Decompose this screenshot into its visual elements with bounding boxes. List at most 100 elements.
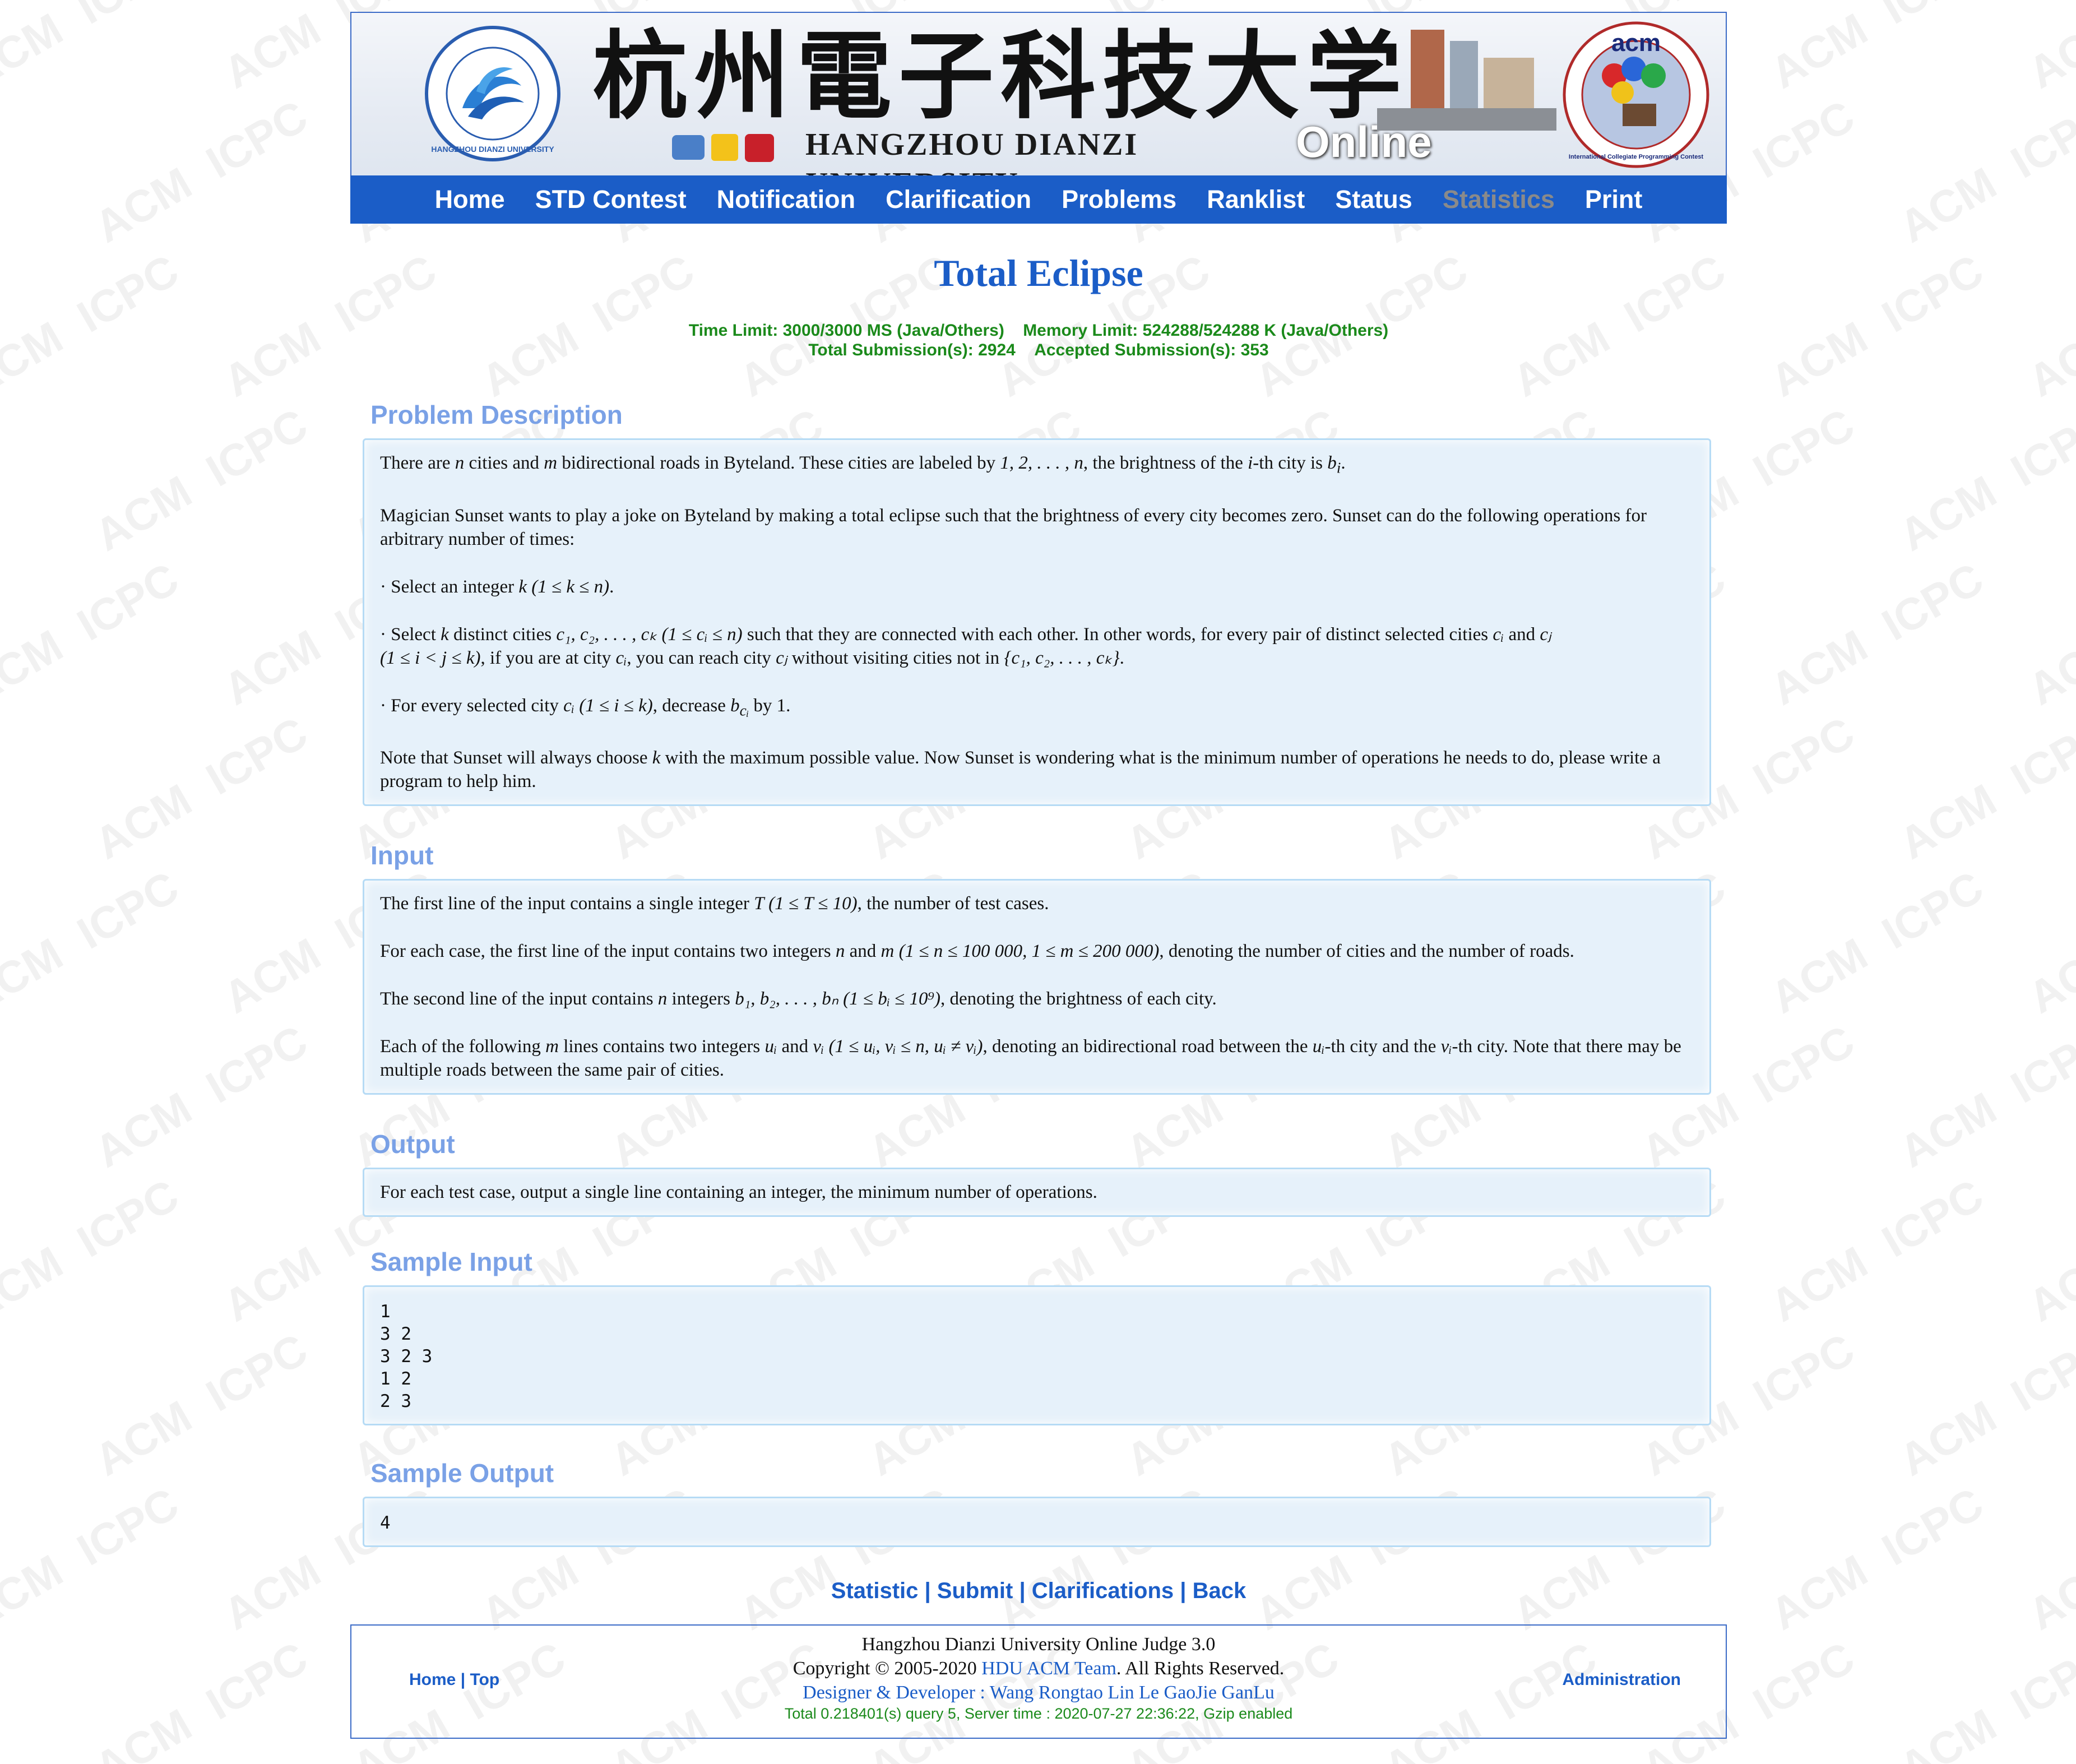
text: , you can reach city <box>627 647 776 668</box>
footer-developers: Designer & Developer : Wang Rongtao Lin … <box>803 1682 1275 1703</box>
main-nav: Home STD Contest Notification Clarificat… <box>350 175 1727 224</box>
watermark-icpc: ICPC <box>2003 1632 2076 1729</box>
sample-output-text: 4 <box>380 1513 391 1534</box>
watermark-text: ACMICPC <box>0 245 187 406</box>
math-expr: c₁, c₂, . . . , cₖ <box>556 624 657 645</box>
watermark-acm: ACM <box>0 312 71 406</box>
watermark-text: ACMICPC <box>0 0 187 98</box>
math-var: n <box>835 941 845 962</box>
watermark-acm: ACM <box>86 158 200 252</box>
nav-ranklist[interactable]: Ranklist <box>1192 175 1320 224</box>
watermark-icpc: ICPC <box>1745 707 1862 804</box>
watermark-text: ACMICPC <box>86 91 316 252</box>
math-expr: (1 ≤ i ≤ k) <box>574 695 653 716</box>
math-var: cⱼ <box>1540 624 1551 645</box>
math-var: k <box>518 576 527 597</box>
watermark-text: ACMICPC <box>1891 91 2076 252</box>
nav-home[interactable]: Home <box>420 175 520 224</box>
watermark-text: ACMICPC <box>1762 1170 1991 1331</box>
watermark-text: ACMICPC <box>2020 312 2076 406</box>
nav-notification[interactable]: Notification <box>702 175 870 224</box>
description-paragraph: · Select k distinct cities c₁, c₂, . . .… <box>380 623 1694 670</box>
watermark-acm: ACM <box>1891 158 2004 252</box>
text: without visiting cities not in <box>787 647 1004 668</box>
description-paragraph: · Select an integer k (1 ≤ k ≤ n). <box>380 575 1694 599</box>
watermark-acm: ACM <box>1762 621 1875 715</box>
watermark-icpc: ICPC <box>2003 91 2076 188</box>
watermark-text: ACMICPC <box>0 862 187 1023</box>
submit-link[interactable]: Submit <box>937 1578 1013 1603</box>
nav-print[interactable]: Print <box>1570 175 1658 224</box>
problem-description-heading: Problem Description <box>370 400 623 429</box>
watermark-icpc: ICPC <box>198 1324 316 1421</box>
watermark-text: ACMICPC <box>1891 707 2076 869</box>
watermark-icpc: ICPC <box>198 399 316 496</box>
watermark-icpc: ICPC <box>2003 707 2076 804</box>
watermark-icpc: ICPC <box>69 0 187 34</box>
watermark-text: ACMICPC <box>1891 399 2076 561</box>
nav-status[interactable]: Status <box>1320 175 1428 224</box>
watermark-acm: ACM <box>2020 1237 2076 1331</box>
watermark-icpc: ICPC <box>1745 399 1862 496</box>
clarifications-link[interactable]: Clarifications <box>1032 1578 1174 1603</box>
watermark-acm: ACM <box>1762 1237 1875 1331</box>
math-expr: (1 ≤ n ≤ 100 000, 1 ≤ m ≤ 200 000) <box>894 941 1160 962</box>
watermark-text: ACMICPC <box>1891 1632 2076 1764</box>
watermark-icpc: ICPC <box>198 1016 316 1113</box>
footer-info: Hangzhou Dianzi University Online Judge … <box>351 1632 1726 1723</box>
memory-limit: Memory Limit: 524288/524288 K (Java/Othe… <box>1023 321 1389 340</box>
watermark-icpc: ICPC <box>69 1170 187 1267</box>
watermark-text: ACMICPC <box>0 553 187 715</box>
header-banner: HANGZHOU DIANZI UNIVERSITY 杭州電子科技大学 HANG… <box>350 12 1727 175</box>
description-paragraph: · For every selected city cᵢ (1 ≤ i ≤ k)… <box>380 694 1694 723</box>
watermark-acm: ACM <box>86 466 200 561</box>
watermark-icpc: ICPC <box>198 1632 316 1729</box>
watermark-acm: ACM <box>2020 312 2076 406</box>
watermark-icpc: ICPC <box>1874 245 1991 342</box>
text: There are <box>380 453 455 473</box>
watermark-acm: ACM <box>1891 1391 2004 1485</box>
watermark-acm: ACM <box>1891 1083 2004 1177</box>
watermark-acm: ACM <box>86 1391 200 1485</box>
input-paragraph: For each case, the first line of the inp… <box>380 939 1694 963</box>
university-seal-icon: HANGZHOU DIANZI UNIVERSITY <box>425 26 560 161</box>
watermark-icpc: ICPC <box>1745 1632 1862 1729</box>
footer-team-link[interactable]: HDU ACM Team <box>981 1658 1116 1679</box>
nav-problems[interactable]: Problems <box>1046 175 1192 224</box>
math-var: m <box>545 1036 559 1057</box>
footer-server-info: Total 0.218401(s) query 5, Server time :… <box>784 1705 1293 1723</box>
text: such that they are connected with each o… <box>742 624 1493 645</box>
footer-administration-link[interactable]: Administration <box>1562 1670 1681 1689</box>
watermark-acm: ACM <box>1762 312 1875 406</box>
watermark-icpc: ICPC <box>198 91 316 188</box>
university-english-name: HANGZHOU DIANZI UNIVERSITY <box>805 127 1139 175</box>
back-link[interactable]: Back <box>1193 1578 1246 1603</box>
accepted-submissions: Accepted Submission(s): 353 <box>1034 341 1269 359</box>
time-limit: Time Limit: 3000/3000 MS (Java/Others) <box>688 321 1004 340</box>
text: The first line of the input contains a s… <box>380 893 754 914</box>
sample-output-panel: 4 <box>363 1497 1711 1548</box>
nav-std-contest[interactable]: STD Contest <box>520 175 702 224</box>
watermark-icpc: ICPC <box>69 245 187 342</box>
text: and <box>777 1036 813 1057</box>
problem-title: Total Eclipse <box>934 252 1143 294</box>
math-var: cᵢ <box>1493 624 1504 645</box>
text: -th city and the <box>1324 1036 1441 1057</box>
text: lines contains two integers <box>558 1036 765 1057</box>
nav-statistics[interactable]: Statistics <box>1428 175 1570 224</box>
input-paragraph: Each of the following m lines contains t… <box>380 1035 1694 1082</box>
math-expr: (1 ≤ i < j ≤ k) <box>380 647 481 668</box>
watermark-acm: ACM <box>215 929 328 1023</box>
watermark-text: ACMICPC <box>86 399 316 561</box>
input-panel: The first line of the input contains a s… <box>363 879 1711 1095</box>
input-paragraph: The second line of the input contains n … <box>380 987 1694 1011</box>
sample-input-heading: Sample Input <box>370 1247 532 1277</box>
input-paragraph: The first line of the input contains a s… <box>380 892 1694 915</box>
watermark-text: ACMICPC <box>2020 929 2076 1023</box>
statistic-link[interactable]: Statistic <box>831 1578 919 1603</box>
watermark-text: ACMICPC <box>0 1170 187 1331</box>
nav-clarification[interactable]: Clarification <box>870 175 1046 224</box>
text: , if you are at city <box>480 647 616 668</box>
watermark-acm: ACM <box>2020 929 2076 1023</box>
math-var: i <box>1248 453 1253 473</box>
